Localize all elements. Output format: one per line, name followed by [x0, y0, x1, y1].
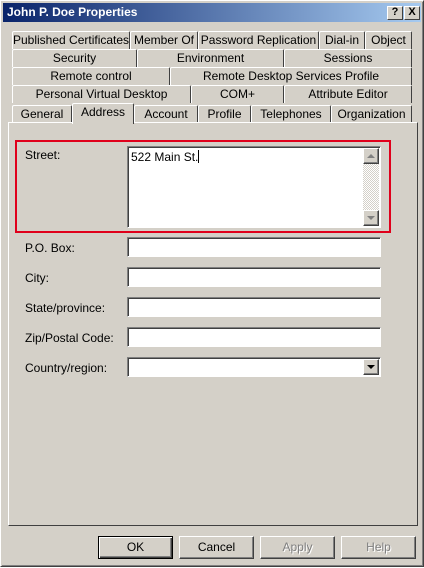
country-label: Country/region: [25, 361, 108, 375]
address-form: Street: 522 Main St. P.O. Box: City: Sta… [1, 1, 424, 568]
zip-label: Zip/Postal Code: [25, 331, 114, 345]
properties-window: John P. Doe Properties ? X Published Cer… [0, 0, 424, 567]
state-field[interactable] [127, 297, 381, 317]
city-label: City: [25, 271, 49, 285]
street-textarea[interactable]: 522 Main St. [127, 146, 381, 228]
scroll-down-button[interactable] [363, 210, 379, 226]
scroll-up-arrow-icon [367, 154, 375, 158]
scroll-down-arrow-icon [367, 216, 375, 220]
street-label: Street: [25, 148, 61, 162]
chevron-down-icon [367, 365, 375, 369]
scroll-up-button[interactable] [363, 148, 379, 164]
country-dropdown-button[interactable] [363, 359, 379, 375]
street-scrollbar[interactable] [363, 148, 379, 226]
pobox-label: P.O. Box: [25, 241, 75, 255]
state-label: State/province: [25, 301, 106, 315]
country-select[interactable] [127, 357, 381, 377]
pobox-field[interactable] [127, 237, 381, 257]
zip-field[interactable] [127, 327, 381, 347]
text-caret [198, 150, 200, 163]
city-field[interactable] [127, 267, 381, 287]
street-value: 522 Main St. [131, 150, 200, 164]
